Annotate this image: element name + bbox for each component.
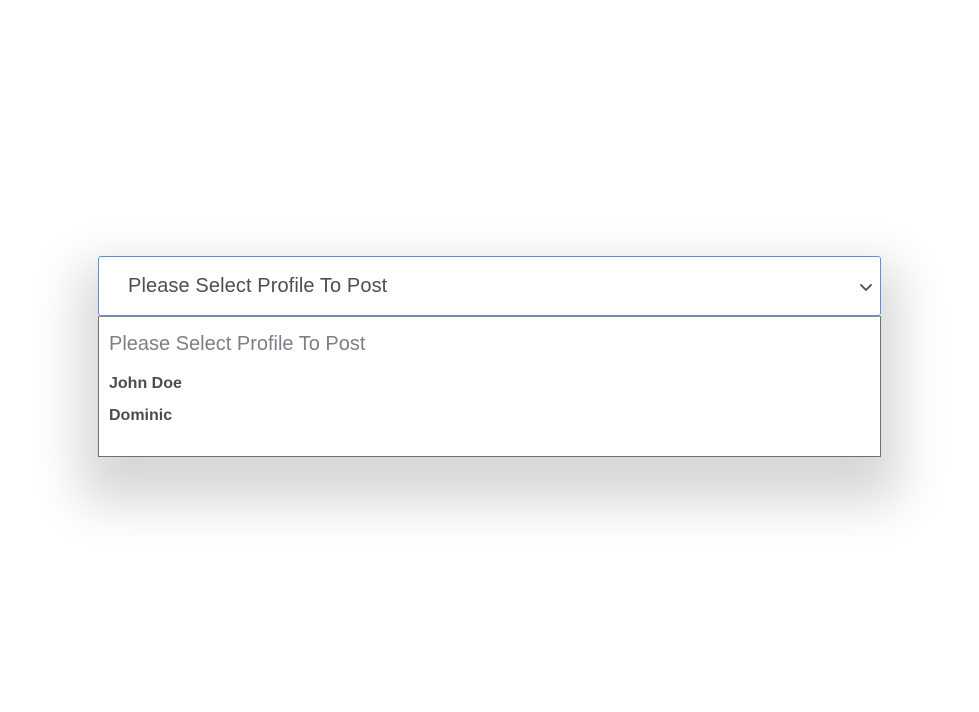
option-dominic[interactable]: Dominic — [109, 407, 172, 425]
chevron-down-icon[interactable] — [858, 279, 874, 295]
option-placeholder[interactable]: Please Select Profile To Post — [109, 333, 365, 356]
profile-options-list: Please Select Profile To Post John Doe D… — [98, 316, 881, 457]
page: Please Select Profile To Post Please Sel… — [0, 0, 979, 712]
profile-select[interactable]: Please Select Profile To Post — [98, 256, 881, 316]
profile-select-value: Please Select Profile To Post — [128, 275, 388, 297]
option-john-doe[interactable]: John Doe — [109, 375, 182, 393]
